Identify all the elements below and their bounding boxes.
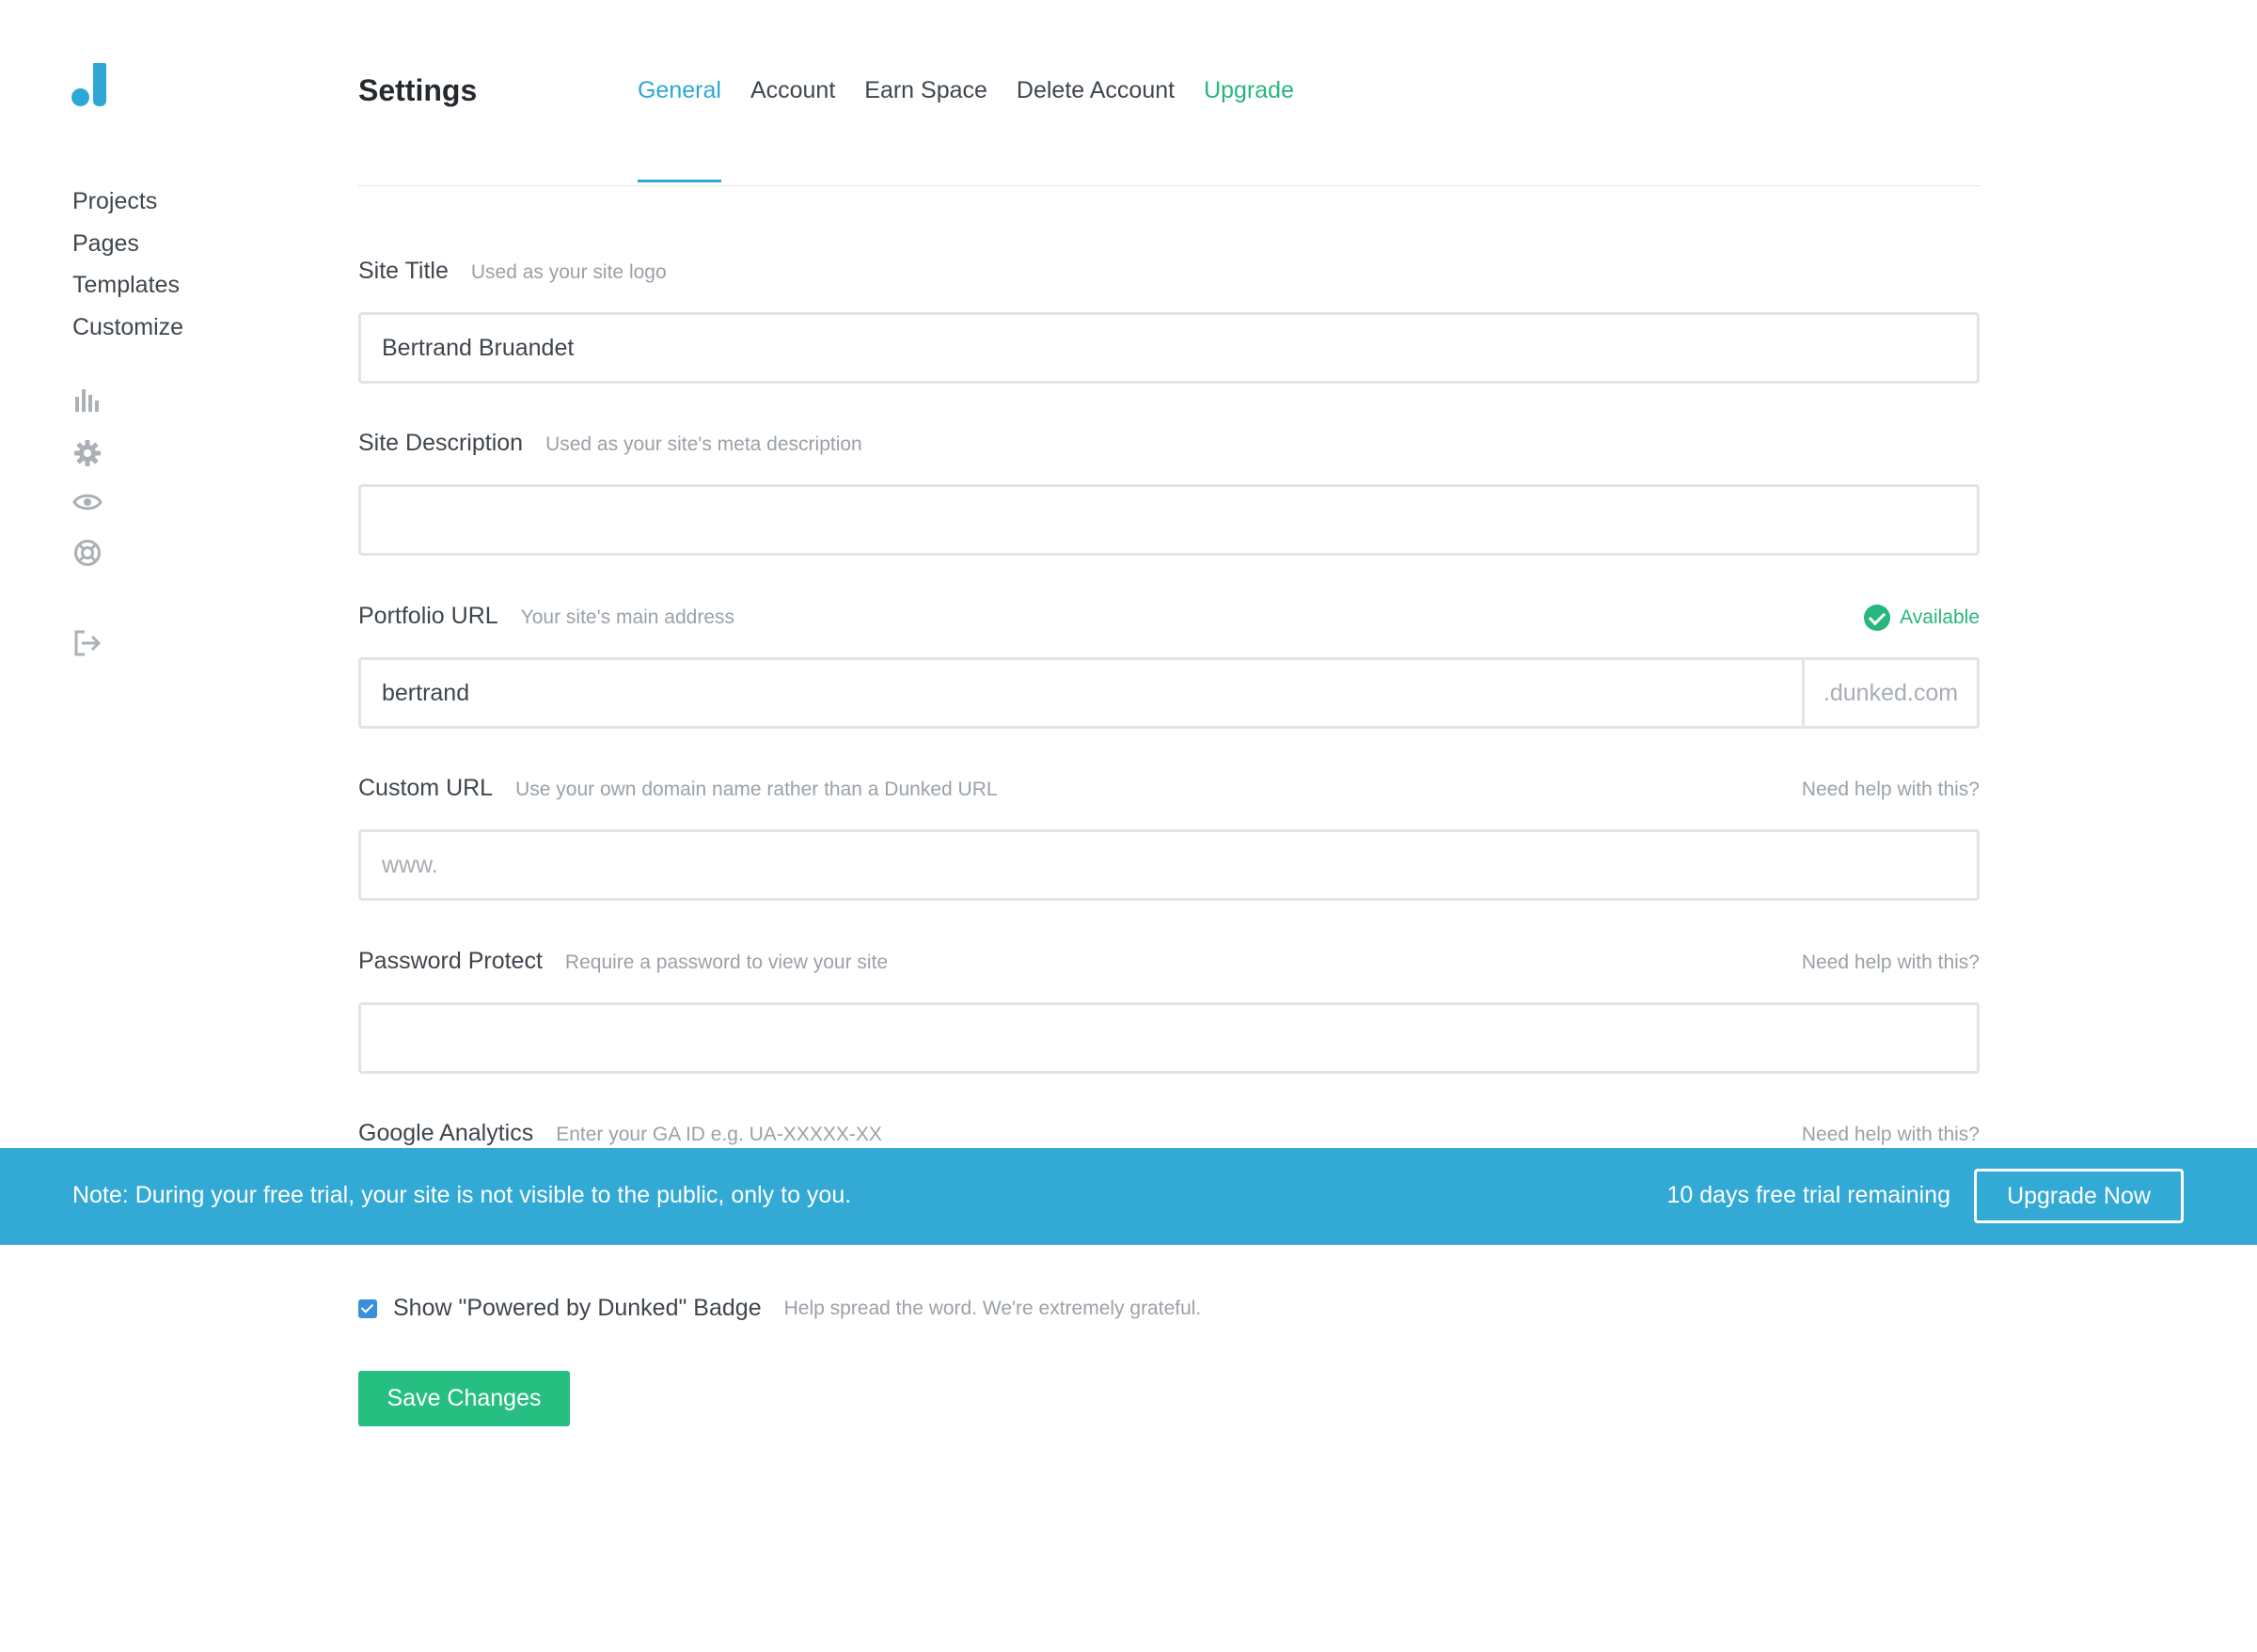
custom-url-field: Custom URL Use your own domain name rath… — [358, 775, 1980, 901]
site-description-hint: Used as your site's meta description — [545, 433, 862, 455]
site-title-label: Site Title — [358, 258, 449, 284]
sidebar-item-customize[interactable]: Customize — [72, 307, 183, 349]
portfolio-url-group: .dunked.com — [358, 657, 1980, 729]
password-help-link[interactable]: Need help with this? — [1802, 952, 1980, 974]
available-label: Available — [1900, 606, 1980, 628]
sidebar-item-projects[interactable]: Projects — [72, 181, 183, 223]
site-description-field: Site Description Used as your site's met… — [358, 430, 1980, 556]
google-analytics-label: Google Analytics — [358, 1120, 534, 1146]
trial-note: Note: During your free trial, your site … — [72, 1182, 852, 1208]
tab-general[interactable]: General — [637, 77, 721, 182]
site-title-hint: Used as your site logo — [470, 261, 667, 283]
badge-checkbox[interactable] — [358, 1298, 377, 1318]
upgrade-now-button[interactable]: Upgrade Now — [1974, 1169, 2184, 1223]
sidebar-nav: Projects Pages Templates Customize — [72, 181, 183, 348]
check-circle-icon — [1864, 605, 1891, 631]
password-input[interactable] — [358, 1002, 1980, 1074]
site-title-field: Site Title Used as your site logo — [358, 258, 1980, 384]
tab-upgrade[interactable]: Upgrade — [1204, 77, 1294, 104]
password-protect-hint: Require a password to view your site — [564, 952, 889, 973]
domain-suffix: .dunked.com — [1802, 660, 1977, 726]
header-divider — [358, 185, 1980, 186]
stats-icon[interactable] — [72, 385, 103, 416]
dunked-logo[interactable] — [71, 63, 111, 108]
save-changes-button[interactable]: Save Changes — [358, 1371, 570, 1426]
google-analytics-hint: Enter your GA ID e.g. UA-XXXXX-XX — [556, 1124, 882, 1145]
custom-url-help-link[interactable]: Need help with this? — [1802, 779, 1980, 801]
custom-url-label: Custom URL — [358, 775, 494, 801]
site-title-input[interactable] — [358, 312, 1980, 384]
sidebar-item-templates[interactable]: Templates — [72, 264, 183, 307]
portfolio-url-input[interactable] — [361, 660, 1802, 726]
page-title: Settings — [358, 73, 478, 107]
badge-hint: Help spread the word. We're extremely gr… — [783, 1297, 1202, 1319]
password-protect-field: Password Protect Require a password to v… — [358, 948, 1980, 1074]
portfolio-url-label: Portfolio URL — [358, 603, 498, 629]
logo-dot — [71, 88, 89, 106]
logout-icon[interactable] — [72, 628, 103, 658]
tab-delete-account[interactable]: Delete Account — [1017, 77, 1175, 104]
badge-label: Show "Powered by Dunked" Badge — [393, 1295, 762, 1321]
trial-banner: Note: During your free trial, your site … — [0, 1148, 2257, 1245]
site-description-label: Site Description — [358, 430, 524, 456]
tab-earn-space[interactable]: Earn Space — [864, 77, 987, 104]
custom-url-input[interactable] — [358, 829, 1980, 901]
powered-by-badge-row: Show "Powered by Dunked" Badge Help spre… — [358, 1295, 1201, 1322]
custom-url-hint: Use your own domain name rather than a D… — [515, 779, 998, 800]
password-protect-label: Password Protect — [358, 948, 543, 974]
eye-icon[interactable] — [72, 487, 103, 517]
settings-tabs: General Account Earn Space Delete Accoun… — [637, 77, 1294, 182]
lifebuoy-icon[interactable] — [72, 538, 103, 568]
logo-bar — [93, 63, 106, 106]
trial-remaining: 10 days free trial remaining — [1666, 1182, 1950, 1208]
tab-account[interactable]: Account — [750, 77, 835, 104]
gear-icon[interactable] — [72, 438, 103, 468]
url-available-status: Available — [1864, 605, 1980, 631]
site-description-input[interactable] — [358, 484, 1980, 556]
portfolio-url-field: Portfolio URL Your site's main address A… — [358, 603, 1980, 729]
analytics-help-link[interactable]: Need help with this? — [1802, 1124, 1980, 1146]
sidebar-item-pages[interactable]: Pages — [72, 223, 183, 265]
portfolio-url-hint: Your site's main address — [520, 606, 735, 628]
